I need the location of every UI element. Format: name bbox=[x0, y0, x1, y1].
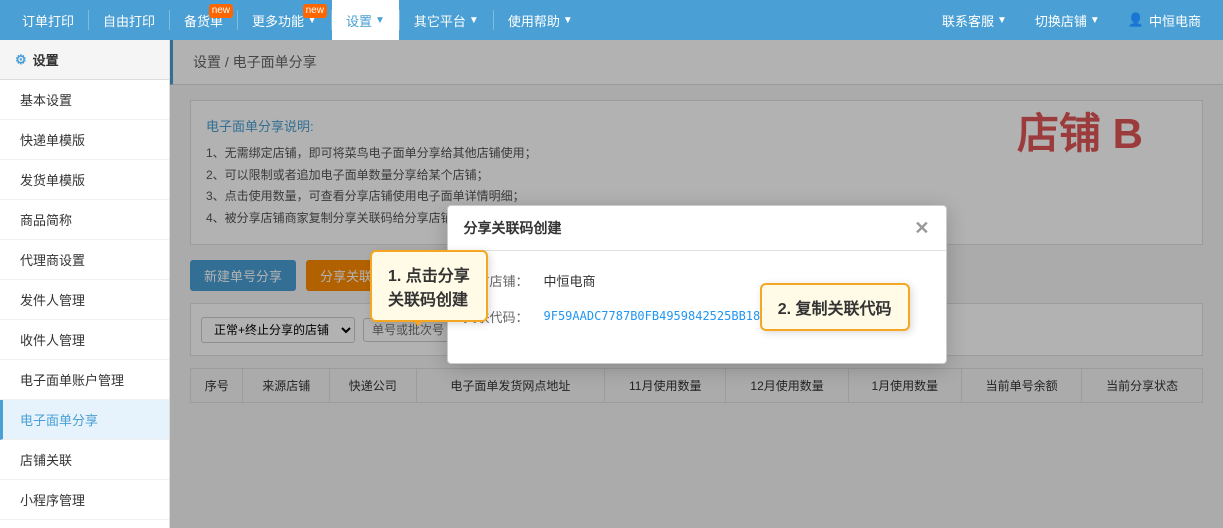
sidebar-item-agent[interactable]: 代理商设置 bbox=[0, 240, 169, 280]
sidebar-item-recipient[interactable]: 收件人管理 bbox=[0, 320, 169, 360]
tooltip-2: 2. 复制关联代码 bbox=[760, 283, 910, 331]
nav-help[interactable]: 使用帮助 ▼ bbox=[494, 0, 587, 40]
top-nav-right: 联系客服 ▼ 切换店铺 ▼ 👤 中恒电商 bbox=[928, 0, 1215, 40]
nav-switch-store[interactable]: 切换店铺 ▼ bbox=[1021, 0, 1114, 40]
tooltip-1: 1. 点击分享 关联码创建 bbox=[370, 250, 488, 322]
gear-icon: ⚙ bbox=[15, 52, 27, 68]
modal-body: 当前店铺： 中恒电商 关联代码： 9F59AADC7787B0FB4959842… bbox=[448, 251, 946, 363]
sidebar-item-electronic-account[interactable]: 电子面单账户管理 bbox=[0, 360, 169, 400]
nav-order-print[interactable]: 订单打印 bbox=[8, 0, 88, 40]
nav-customer-service[interactable]: 联系客服 ▼ bbox=[928, 0, 1021, 40]
current-store-value: 中恒电商 bbox=[544, 271, 596, 290]
main-content: 设置 / 电子面单分享 店铺 B 电子面单分享说明: 1、无需绑定店铺，即可将菜… bbox=[170, 40, 1223, 528]
nav-settings[interactable]: 设置 ▼ bbox=[332, 0, 399, 40]
sidebar-item-electronic-share[interactable]: 电子面单分享 bbox=[0, 400, 169, 440]
modal-header: 分享关联码创建 ✕ bbox=[448, 206, 946, 251]
sidebar-item-basic[interactable]: 基本设置 bbox=[0, 80, 169, 120]
modal-overlay: 分享关联码创建 ✕ 当前店铺： 中恒电商 关联代码： 9F59AADC7787B… bbox=[170, 40, 1223, 528]
switch-chevron: ▼ bbox=[1090, 15, 1100, 26]
nav-free-print[interactable]: 自由打印 bbox=[89, 0, 169, 40]
top-navigation: 订单打印 自由打印 备货单 new 更多功能 new ▼ 设置 ▼ 其它平台 ▼… bbox=[0, 0, 1223, 40]
cs-chevron: ▼ bbox=[997, 15, 1007, 26]
modal-dialog: 分享关联码创建 ✕ 当前店铺： 中恒电商 关联代码： 9F59AADC7787B… bbox=[447, 205, 947, 364]
more-badge: new bbox=[303, 4, 327, 18]
sidebar-item-store-link[interactable]: 店铺关联 bbox=[0, 440, 169, 480]
settings-chevron: ▼ bbox=[375, 15, 385, 26]
platform-chevron: ▼ bbox=[469, 15, 479, 26]
sidebar-item-delivery-template[interactable]: 发货单模版 bbox=[0, 160, 169, 200]
nav-user[interactable]: 👤 中恒电商 bbox=[1114, 0, 1215, 40]
main-layout: ⚙ 设置 基本设置 快递单模版 发货单模版 商品简称 代理商设置 发件人管理 收… bbox=[0, 40, 1223, 528]
nav-stock[interactable]: 备货单 new bbox=[170, 0, 237, 40]
sidebar: ⚙ 设置 基本设置 快递单模版 发货单模版 商品简称 代理商设置 发件人管理 收… bbox=[0, 40, 170, 528]
sidebar-item-mini-program[interactable]: 小程序管理 bbox=[0, 480, 169, 520]
nav-other-platform[interactable]: 其它平台 ▼ bbox=[400, 0, 493, 40]
sidebar-item-express-template[interactable]: 快递单模版 bbox=[0, 120, 169, 160]
modal-title: 分享关联码创建 bbox=[464, 218, 562, 238]
nav-more[interactable]: 更多功能 new ▼ bbox=[238, 0, 331, 40]
sidebar-header: ⚙ 设置 bbox=[0, 40, 169, 80]
sidebar-item-product-alias[interactable]: 商品简称 bbox=[0, 200, 169, 240]
stock-badge: new bbox=[209, 4, 233, 18]
help-chevron: ▼ bbox=[563, 15, 573, 26]
modal-close-button[interactable]: ✕ bbox=[914, 219, 929, 237]
user-icon: 👤 bbox=[1128, 12, 1144, 28]
code-value: 9F59AADC7787B0FB4959842525BB18D2 bbox=[544, 309, 775, 323]
sidebar-item-sender[interactable]: 发件人管理 bbox=[0, 280, 169, 320]
